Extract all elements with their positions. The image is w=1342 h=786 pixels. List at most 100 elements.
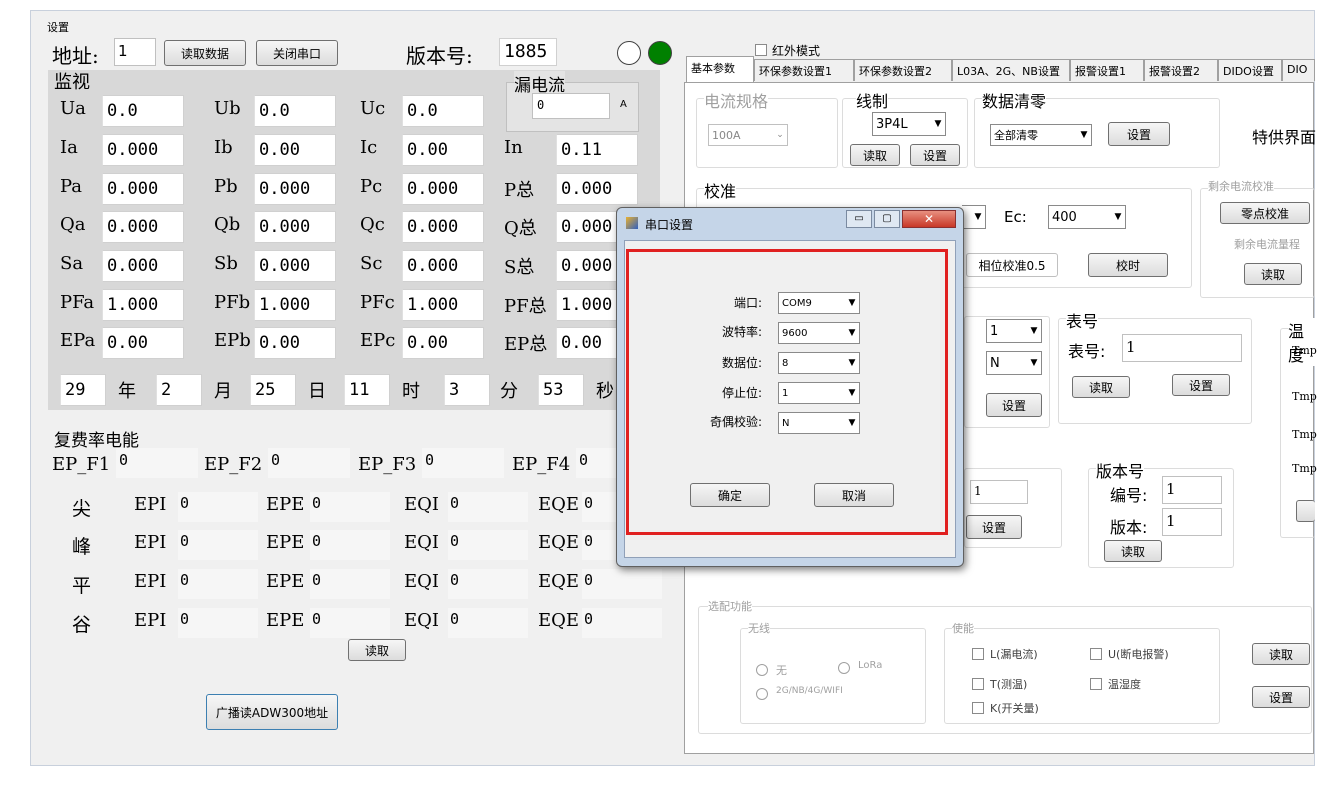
tab-1[interactable]: 环保参数设置1 (754, 59, 854, 81)
code-input[interactable]: 1 (1162, 476, 1222, 504)
enable-switch-checkbox[interactable] (972, 702, 984, 714)
monitor-value: 0.00 (402, 134, 484, 166)
tab-5[interactable]: 报警设置2 (1144, 59, 1218, 81)
monitor-title: 监视 (54, 72, 90, 93)
data-bits-select[interactable]: 8 ▼ (778, 352, 860, 374)
optional-read-button[interactable]: 读取 (1252, 643, 1310, 665)
tab-0[interactable]: 基本参数 (686, 56, 754, 82)
chevron-down-icon: ▼ (934, 119, 942, 129)
minimize-icon[interactable]: ▭ (846, 210, 872, 228)
radio-lora[interactable] (838, 662, 850, 674)
monitor-value: 0.000 (102, 211, 184, 243)
enable-leak-checkbox[interactable] (972, 648, 984, 660)
tab-7[interactable]: DIO (1282, 59, 1315, 81)
date-value: 11 (344, 374, 390, 406)
data-clear-set-button[interactable]: 设置 (1108, 122, 1170, 146)
monitor-label: PF总 (504, 296, 547, 317)
monitor-label: Pc (360, 176, 383, 197)
tariff-cell-value: 0 (310, 530, 390, 560)
monitor-label: Ia (60, 137, 78, 158)
monitor-value: 0.0 (254, 95, 336, 127)
mid-input[interactable]: 1 (970, 480, 1028, 504)
monitor-value: 0.000 (402, 250, 484, 282)
radio-none[interactable] (756, 664, 768, 676)
residual-calib-label: 剩余电流校准 (1208, 178, 1274, 194)
meter-set-button[interactable]: 设置 (1172, 374, 1230, 396)
temp-row-2: Tmp (1292, 390, 1317, 403)
read-data-button[interactable]: 读取数据 (164, 40, 246, 66)
monitor-label: EP总 (504, 334, 548, 355)
maximize-icon[interactable]: ▢ (874, 210, 900, 228)
cancel-button[interactable]: 取消 (814, 483, 894, 507)
ep-tariff-value: 0 (422, 448, 504, 478)
fw-version-read-button[interactable]: 读取 (1104, 540, 1162, 562)
current-spec-select[interactable]: 100A ⌄ (708, 124, 788, 146)
meter-no-input[interactable]: 1 (1122, 334, 1242, 362)
monitor-label: EPc (360, 330, 396, 351)
close-icon[interactable]: ✕ (902, 210, 956, 228)
meter-read-button[interactable]: 读取 (1072, 376, 1130, 398)
time-calib-button[interactable]: 校时 (1088, 253, 1168, 277)
monitor-label: Ic (360, 137, 378, 158)
chevron-down-icon: ▼ (848, 328, 856, 338)
ec-select[interactable]: 400 ▼ (1048, 205, 1126, 229)
radio-cellular[interactable] (756, 688, 768, 700)
stop-bits-select[interactable]: 1 ▼ (778, 382, 860, 404)
date-value: 25 (250, 374, 296, 406)
comm-select-1[interactable]: 1 ▼ (986, 319, 1042, 343)
phase-calib-button[interactable]: 相位校准0.5 (966, 253, 1058, 277)
data-clear-select[interactable]: 全部清零 ▼ (990, 124, 1092, 146)
radio-none-label: 无 (776, 664, 787, 677)
chevron-down-icon: ▼ (1080, 130, 1088, 140)
baud-select[interactable]: 9600 ▼ (778, 322, 860, 344)
parity-select[interactable]: N ▼ (778, 412, 860, 434)
wiring-select[interactable]: 3P4L ▼ (872, 112, 946, 136)
ir-mode-checkbox[interactable] (755, 44, 767, 56)
optional-label: 选配功能 (708, 598, 752, 614)
port-select[interactable]: COM9 ▼ (778, 292, 860, 314)
tab-4[interactable]: 报警设置1 (1070, 59, 1144, 81)
calibration-label: 校准 (704, 178, 737, 202)
wiring-set-button[interactable]: 设置 (910, 144, 960, 166)
calib-select-partial[interactable]: ▼ (962, 205, 986, 229)
monitor-value: 0.000 (556, 173, 638, 205)
fw-version-label: 版本号 (1096, 458, 1145, 482)
tab-2[interactable]: 环保参数设置2 (854, 59, 952, 81)
residual-read-button[interactable]: 读取 (1244, 263, 1302, 285)
monitor-label: Qc (360, 214, 385, 235)
chevron-down-icon: ▼ (974, 212, 982, 222)
tariff-col-label: EPI (134, 532, 167, 553)
enable-humidity-checkbox[interactable] (1090, 678, 1102, 690)
optional-set-button[interactable]: 设置 (1252, 686, 1310, 708)
mid-set-button[interactable]: 设置 (966, 515, 1022, 539)
date-value: 29 (60, 374, 106, 406)
ok-button[interactable]: 确定 (690, 483, 770, 507)
baud-label: 波特率: (721, 325, 762, 339)
date-unit: 月 (214, 381, 232, 402)
zero-calib-button[interactable]: 零点校准 (1220, 202, 1310, 224)
close-port-button[interactable]: 关闭串口 (256, 40, 338, 66)
wiring-read-button[interactable]: 读取 (850, 144, 900, 166)
tariff-cell-value: 0 (448, 608, 528, 638)
tariff-read-button[interactable]: 读取 (348, 639, 406, 661)
monitor-label: Sb (214, 253, 238, 274)
monitor-value: 0.00 (254, 134, 336, 166)
date-value: 3 (444, 374, 490, 406)
ep-tariff-label: EP_F1 (52, 454, 111, 475)
monitor-value: 0.00 (254, 327, 336, 359)
monitor-label: EPa (60, 330, 96, 351)
monitor-value: 0.000 (402, 173, 484, 205)
comm-select-2[interactable]: N ▼ (986, 351, 1042, 375)
comm-set-button[interactable]: 设置 (986, 393, 1042, 417)
enable-power-alarm-checkbox[interactable] (1090, 648, 1102, 660)
tariff-cell-value: 0 (310, 608, 390, 638)
address-input[interactable]: 1 (114, 38, 156, 66)
fw-version-input[interactable]: 1 (1162, 508, 1222, 536)
temp-button-partial[interactable] (1296, 500, 1315, 522)
enable-temp-checkbox[interactable] (972, 678, 984, 690)
tab-3[interactable]: L03A、2G、NB设置 (952, 59, 1070, 81)
enable-power-alarm-label: U(断电报警) (1108, 648, 1169, 661)
broadcast-read-button[interactable]: 广播读ADW300地址 (206, 694, 338, 730)
tariff-col-label: EQE (538, 532, 580, 553)
tab-6[interactable]: DIDO设置 (1218, 59, 1282, 81)
